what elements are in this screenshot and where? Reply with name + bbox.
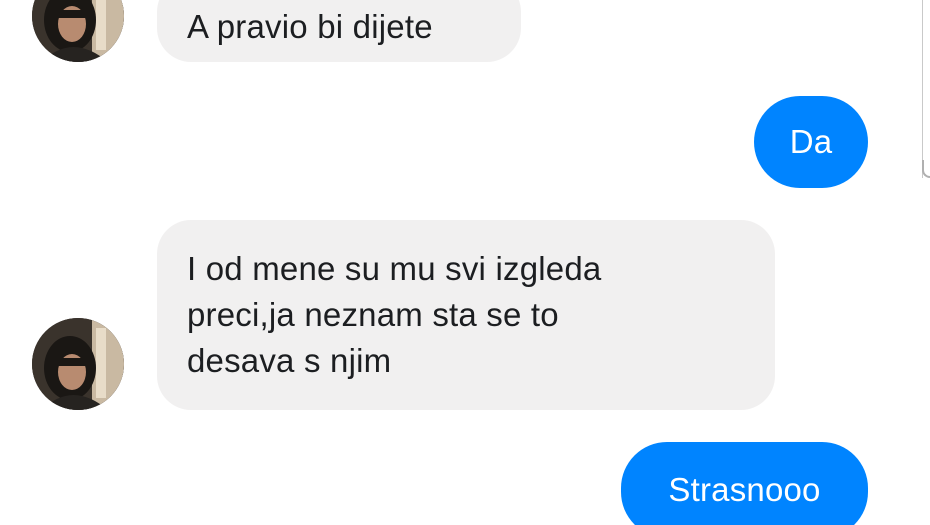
message-text: A pravio bi dijete <box>187 8 433 45</box>
message-text: Da <box>789 123 833 160</box>
scrollbar[interactable] <box>916 0 930 178</box>
message-line: I od mene su mu svi izgleda <box>187 250 602 287</box>
contact-avatar-icon[interactable] <box>32 0 124 62</box>
message-line: preci,ja neznam sta se to <box>187 296 559 333</box>
chat-thread: A pravio bi dijete Da I od mene su mu sv… <box>0 0 930 525</box>
scrollbar-track <box>922 0 923 178</box>
incoming-message-bubble[interactable]: I od mene su mu svi izgleda preci,ja nez… <box>157 220 775 410</box>
incoming-message-bubble[interactable]: A pravio bi dijete <box>157 0 521 62</box>
message-line: desava s njim <box>187 342 392 379</box>
outgoing-message-bubble[interactable]: Strasnooo <box>621 442 868 525</box>
message-text: Strasnooo <box>668 471 821 508</box>
scrollbar-end <box>922 160 930 178</box>
outgoing-message-bubble[interactable]: Da <box>754 96 868 188</box>
contact-avatar-icon[interactable] <box>32 318 124 410</box>
